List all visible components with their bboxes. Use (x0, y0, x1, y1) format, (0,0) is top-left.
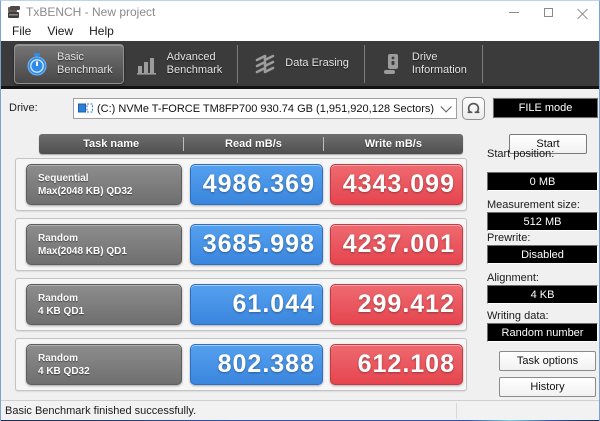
close-button[interactable] (565, 1, 599, 23)
maximize-icon (543, 7, 553, 17)
menu-bar: File View Help (1, 23, 599, 41)
tab-label-line1: Basic (57, 50, 84, 63)
close-icon (577, 7, 588, 18)
column-header-read: Read mB/s (225, 138, 282, 150)
read-speed-value: 61.044 (190, 284, 323, 325)
chevron-down-icon (440, 100, 452, 113)
task-line2: Max(2048 KB) QD1 (38, 245, 127, 257)
bar-chart-icon (136, 57, 156, 75)
writing-data-label: Writing data: (487, 310, 549, 322)
table-row: Random 4 KB QD1 61.044 299.412 (15, 278, 467, 331)
measurement-size-label: Measurement size: (487, 199, 580, 211)
write-speed-value: 612.108 (330, 344, 463, 385)
status-message: Basic Benchmark finished successfully. (5, 404, 197, 417)
task-line1: Sequential (38, 172, 89, 184)
task-name-badge: Random Max(2048 KB) QD1 (26, 224, 182, 265)
tab-data-erasing[interactable]: Data Erasing (242, 44, 360, 84)
history-button[interactable]: History (499, 377, 596, 397)
settings-sidebar: Start Start position: 0 MB Measurement s… (487, 89, 598, 400)
tab-label-line1: Advanced (166, 50, 216, 63)
write-speed-value: 299.412 (330, 284, 463, 325)
prewrite-value[interactable]: Disabled (487, 245, 598, 264)
drive-label: Drive: (9, 102, 38, 114)
write-speed-value: 4237.001 (330, 224, 463, 265)
status-separator (456, 403, 457, 419)
minimize-icon (509, 11, 519, 13)
toolbar-separator (363, 44, 365, 83)
alignment-label: Alignment: (487, 272, 539, 284)
menu-view[interactable]: View (39, 23, 81, 41)
table-row: Random Max(2048 KB) QD1 3685.998 4237.00… (15, 218, 467, 271)
minimize-button[interactable] (497, 1, 531, 23)
read-speed-value: 802.388 (190, 344, 323, 385)
start-position-label: Start position: (487, 148, 555, 160)
tab-advanced-benchmark[interactable]: Advanced Benchmark (124, 44, 234, 84)
eraser-icon (255, 54, 275, 73)
tab-label-line2: Benchmark (57, 63, 113, 76)
write-speed-value: 4343.099 (330, 164, 463, 205)
tab-label-line1: Drive (411, 50, 438, 63)
refresh-icon (467, 102, 480, 114)
drive-select-value: (C:) NVMe T-FORCE TM8FP700 930.74 GB (1,… (97, 102, 435, 115)
title-bar: TxBENCH - New project (1, 1, 599, 23)
toolbar: Basic Benchmark Advanced Benchmark Data … (1, 41, 599, 89)
window-title: TxBENCH - New project (26, 5, 156, 19)
results-table: Sequential Max(2048 KB) QD32 4986.369 43… (15, 158, 467, 398)
column-header-write: Write mB/s (364, 138, 422, 150)
start-position-value[interactable]: 0 MB (487, 172, 598, 191)
task-name-badge: Random 4 KB QD1 (26, 284, 182, 325)
toolbar-separator (481, 44, 483, 83)
measurement-size-value[interactable]: 512 MB (487, 212, 598, 231)
task-options-button[interactable]: Task options (499, 351, 596, 371)
table-row: Random 4 KB QD32 802.388 612.108 (15, 338, 467, 391)
task-line1: Random (38, 292, 78, 304)
tab-basic-benchmark[interactable]: Basic Benchmark (14, 43, 124, 84)
tab-label-line2: Benchmark (166, 63, 223, 76)
task-line2: 4 KB QD1 (38, 305, 85, 317)
read-speed-value: 3685.998 (190, 224, 323, 265)
task-line1: Random (38, 352, 78, 364)
toolbar-separator (237, 44, 239, 83)
alignment-value[interactable]: 4 KB (487, 285, 598, 304)
column-header-task: Task name (83, 138, 140, 150)
maximize-button[interactable] (531, 1, 565, 23)
disk-partition-icon (78, 103, 93, 113)
tab-drive-information[interactable]: Drive Information (369, 44, 478, 84)
prewrite-label: Prewrite: (487, 232, 531, 244)
menu-help[interactable]: Help (81, 23, 122, 41)
main-content: Drive: (C:) NVMe T-FORCE TM8FP700 930.74… (1, 89, 599, 400)
app-logo-icon (8, 5, 20, 18)
task-name-badge: Random 4 KB QD32 (26, 344, 182, 385)
task-line2: Max(2048 KB) QD32 (38, 185, 133, 197)
writing-data-value[interactable]: Random number (487, 323, 598, 342)
refresh-drives-button[interactable] (462, 97, 485, 120)
stopwatch-icon (27, 52, 47, 75)
drive-select[interactable]: (C:) NVMe T-FORCE TM8FP700 930.74 GB (1,… (73, 98, 457, 119)
app-window: TxBENCH - New project File View Help Bas… (0, 0, 600, 421)
status-bar: Basic Benchmark finished successfully. (1, 400, 599, 420)
read-speed-value: 4986.369 (190, 164, 323, 205)
task-line2: 4 KB QD32 (38, 365, 90, 377)
table-row: Sequential Max(2048 KB) QD32 4986.369 43… (15, 158, 467, 211)
results-table-header: Task name Read mB/s Write mB/s (39, 134, 463, 154)
task-line1: Random (38, 232, 78, 244)
menu-file[interactable]: File (4, 23, 39, 41)
tab-label-line1: Data Erasing (285, 57, 349, 69)
task-name-badge: Sequential Max(2048 KB) QD32 (26, 164, 182, 205)
drive-tower-icon (383, 53, 398, 74)
tab-label-line2: Information (411, 63, 467, 76)
